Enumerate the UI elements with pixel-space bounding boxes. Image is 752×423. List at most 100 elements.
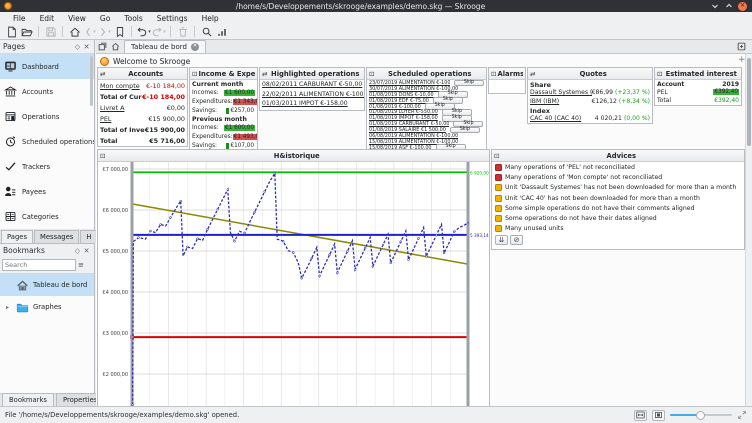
menu-view[interactable]: View <box>61 13 93 24</box>
accounts-widget-header[interactable]: ⇄ Accounts <box>98 68 187 80</box>
advice-row[interactable]: Many operations of 'PEL' not reconciliat… <box>492 162 744 172</box>
zoom-original-icon[interactable] <box>652 410 665 421</box>
advice-row[interactable]: Some operations do not have their dates … <box>492 213 744 223</box>
quote-row: CAC 40 (CAC 40)4 020,21(0,00 %) <box>528 114 652 123</box>
advice-row[interactable]: Some simple operations do not have their… <box>492 203 744 213</box>
expander-icon[interactable]: ▸ <box>6 304 12 311</box>
widget-menu-icon[interactable]: ⊡ <box>369 70 374 78</box>
dashboard-scrollbar[interactable] <box>745 54 752 406</box>
quotes-widget-header[interactable]: ⇄ Quotes <box>528 68 652 80</box>
widget-menu-icon[interactable]: ⇄ <box>530 70 535 78</box>
widget-menu-icon[interactable]: ⊡ <box>491 70 496 78</box>
menu-file[interactable]: File <box>6 13 33 24</box>
overview-icon[interactable] <box>96 40 109 52</box>
welcome-label: Welcome to Skrooge <box>113 57 190 66</box>
go-forward-icon[interactable]: ▾ <box>97 25 112 38</box>
search-icon[interactable] <box>199 25 214 38</box>
widget-menu-icon[interactable]: ⇄ <box>100 70 105 78</box>
report-chart-icon[interactable] <box>214 25 229 38</box>
maximize-icon[interactable] <box>724 2 733 11</box>
scheduled-widget-header[interactable]: ⊡ Scheduled operations <box>367 68 486 80</box>
tab-tableau-de-bord[interactable]: Tableau de bord ✕ <box>124 40 206 53</box>
zoom-slider-handle[interactable] <box>696 411 705 420</box>
highlighted-operation-link[interactable]: 08/02/2011 CARBURANT €-50,00 <box>260 80 364 90</box>
dismiss-advice-icon[interactable]: ⊘ <box>510 235 523 245</box>
menu-settings[interactable]: Settings <box>150 13 195 24</box>
close-panel-icon[interactable]: ✕ <box>82 42 91 51</box>
float-panel-icon[interactable]: ◇ <box>73 42 82 51</box>
account-name[interactable]: Mon compte <box>100 82 146 90</box>
sidebar-item-operations[interactable]: Operations <box>0 104 94 129</box>
undo-icon[interactable]: ▾ <box>136 25 151 38</box>
menu-tools[interactable]: Tools <box>117 13 149 24</box>
sidebar-item-categories[interactable]: Categories <box>0 204 94 229</box>
bookmark-icon[interactable] <box>112 25 127 38</box>
tracker-icon <box>4 160 17 173</box>
sidebar-item-dashboard[interactable]: Dashboard <box>0 54 94 79</box>
dock-tab-messages[interactable]: Messages <box>34 230 79 243</box>
widget-menu-icon[interactable]: ⊡ <box>657 70 662 78</box>
menu-edit[interactable]: Edit <box>33 13 62 24</box>
highlighted-widget-header[interactable]: ⇄ Highlighted operations <box>260 68 364 80</box>
highlighted-operation-link[interactable]: 22/02/2011 ALIMENTATION €-100,00 <box>260 90 364 100</box>
sidebar-item-payees[interactable]: Payees <box>0 179 94 204</box>
account-name[interactable]: Livret A <box>100 104 167 112</box>
quote-name-link[interactable]: IBM (IBM) <box>530 98 592 105</box>
tab-home-icon[interactable] <box>109 40 122 52</box>
filter-icon[interactable]: ≡ <box>78 261 84 269</box>
advice-row[interactable]: Unit 'CAC 40' has not been downloaded fo… <box>492 193 744 203</box>
add-widget-icon[interactable]: + <box>738 55 745 65</box>
quote-name-link[interactable]: Dassault Systemes (DASTY) <box>530 89 592 96</box>
zoom-fit-icon[interactable] <box>634 410 647 421</box>
open-folder-icon[interactable] <box>19 25 34 38</box>
quote-name-link[interactable]: CAC 40 (CAC 40) <box>530 115 595 122</box>
advice-row[interactable]: Many operations of 'Mon compte' not reco… <box>492 172 744 182</box>
close-icon[interactable]: ✕ <box>738 2 747 11</box>
sidebar-tab-bookmarks[interactable]: Bookmarks <box>2 393 54 406</box>
alarms-widget-header[interactable]: ⊡ Alarms <box>489 68 525 80</box>
expand-statusbar-icon[interactable] <box>737 410 747 420</box>
widget-menu-icon[interactable]: ⇄ <box>262 70 267 78</box>
widget-menu-icon[interactable]: ⊡ <box>192 70 197 78</box>
skip-button[interactable]: Skip <box>454 80 484 87</box>
historique-widget-header[interactable]: ⊡ H&istorique <box>98 150 489 162</box>
close-panel-icon[interactable]: ✕ <box>82 246 91 255</box>
float-panel-icon[interactable]: ◇ <box>73 246 82 255</box>
new-tab-icon[interactable] <box>735 40 748 52</box>
scrollbar-thumb[interactable] <box>747 58 751 146</box>
sidebar-item-trackers[interactable]: Trackers <box>0 154 94 179</box>
widget-menu-icon[interactable]: ⊡ <box>494 152 499 160</box>
highlighted-operation-link[interactable]: 01/03/2011 IMPOT €-158,00 <box>260 99 364 109</box>
save-icon[interactable] <box>43 25 58 38</box>
alarms-widget-title: Alarms <box>497 70 523 78</box>
account-name[interactable]: PEL <box>100 115 148 123</box>
home-icon[interactable] <box>67 25 82 38</box>
menu-help[interactable]: Help <box>195 13 226 24</box>
new-document-icon[interactable] <box>4 25 19 38</box>
scheduled-operations-widget: ⊡ Scheduled operations 23/07/2019 ALIMEN… <box>366 67 487 153</box>
search-input[interactable] <box>2 259 76 271</box>
minimize-icon[interactable] <box>710 2 719 11</box>
redo-icon[interactable]: ▾ <box>151 25 166 38</box>
bookmark-graphes[interactable]: ▸Graphes <box>0 296 94 318</box>
pages-scrollbar[interactable] <box>90 56 93 106</box>
income-widget-header[interactable]: ⊡ Income & Expenditure <box>190 68 257 80</box>
zoom-slider[interactable] <box>670 410 732 421</box>
interest-widget-header[interactable]: ⊡ Estimated interest <box>655 68 741 80</box>
advice-row[interactable]: Unit 'Dassault Systemes' has not been do… <box>492 183 744 193</box>
advices-widget-header[interactable]: ⊡ Advices <box>492 150 744 162</box>
go-back-icon[interactable]: ▾ <box>82 25 97 38</box>
sidebar-item-scheduled-operations[interactable]: Scheduled operations <box>0 129 94 154</box>
sidebar-item-accounts[interactable]: Accounts <box>0 79 94 104</box>
expand-advices-icon[interactable]: ⇊ <box>495 235 508 245</box>
delete-icon[interactable] <box>175 25 190 38</box>
income-row: Expenditures:€1 493,00 <box>190 132 257 141</box>
widget-menu-icon[interactable]: ⊡ <box>100 152 105 160</box>
dock-tab-h[interactable]: H <box>80 230 97 243</box>
bookmark-tableau-de-bord[interactable]: Tableau de bord <box>0 274 94 296</box>
dock-tab-pages[interactable]: Pages <box>1 230 33 243</box>
interest-column-year: 2019 <box>722 81 739 88</box>
tab-close-icon[interactable]: ✕ <box>191 43 199 51</box>
advice-row[interactable]: Many unused units <box>492 224 744 234</box>
menu-go[interactable]: Go <box>93 13 117 24</box>
